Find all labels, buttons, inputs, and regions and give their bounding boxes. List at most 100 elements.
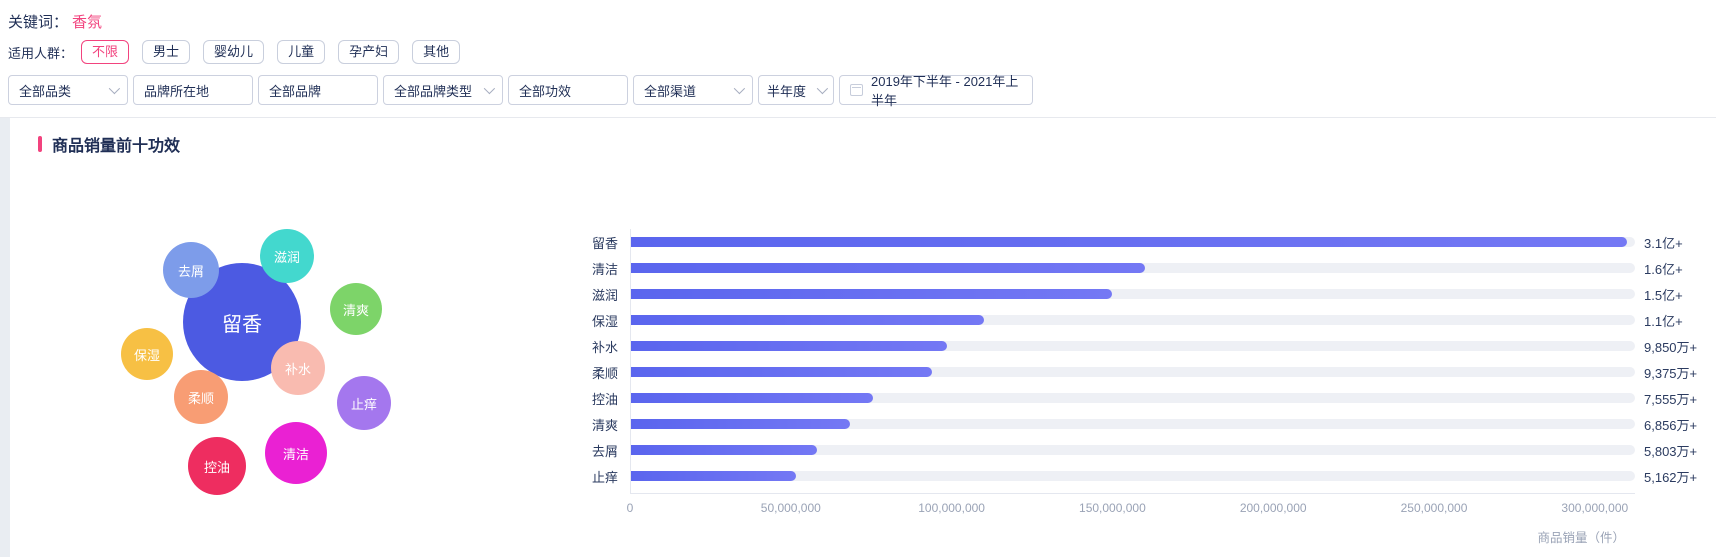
hbar-rows: 留香 3.1亿+ 清洁 1.6亿+ 滋润 1.5亿+ 保湿 1.1亿+ 补水9,850万+柔顺9… <box>540 229 1716 489</box>
bar-2[interactable] <box>630 289 1112 299</box>
x-tick-label: 0 <box>627 501 634 515</box>
filter-select-label: 全部品牌 <box>269 81 321 100</box>
bar-value-label: 1.1亿+ <box>1644 311 1683 330</box>
chevron-down-icon <box>484 83 495 94</box>
filter-select-5[interactable]: 全部渠道 <box>633 75 753 105</box>
x-tick-label: 50,000,000 <box>761 501 821 515</box>
hbar-row-0: 留香 3.1亿+ <box>540 229 1716 255</box>
hbar-row-7: 清爽6,856万+ <box>540 411 1716 437</box>
bar-category-label: 止痒 <box>540 467 618 486</box>
bar-value-label: 3.1亿+ <box>1644 233 1683 252</box>
x-axis-line <box>630 493 1635 494</box>
bar-1[interactable] <box>630 263 1145 273</box>
bar-0[interactable] <box>630 237 1627 247</box>
date-range-picker[interactable]: 2019年下半年 - 2021年上半年 <box>839 75 1033 105</box>
filter-select-label: 半年度 <box>767 81 806 100</box>
x-tick-label: 250,000,000 <box>1401 501 1468 515</box>
filter-select-label: 品牌所在地 <box>144 81 209 100</box>
bar-3[interactable] <box>630 315 984 325</box>
hbar-row-4: 补水9,850万+ <box>540 333 1716 359</box>
filter-select-6[interactable]: 半年度 <box>758 75 834 105</box>
crowd-pill-3[interactable]: 儿童 <box>277 40 325 64</box>
bar-track <box>630 341 1635 351</box>
bar-track-bg <box>630 419 1635 429</box>
bar-track-bg <box>630 263 1635 273</box>
bar-4[interactable] <box>630 341 947 351</box>
bar-track-bg <box>630 289 1635 299</box>
bar-track <box>630 263 1635 273</box>
bar-9[interactable] <box>630 471 796 481</box>
bar-track-bg <box>630 341 1635 351</box>
chevron-down-icon <box>817 83 828 94</box>
bubble-6[interactable]: 柔顺 <box>174 370 228 424</box>
bar-5[interactable] <box>630 367 932 377</box>
hbar-row-3: 保湿 1.1亿+ <box>540 307 1716 333</box>
x-tick-label: 100,000,000 <box>918 501 985 515</box>
bar-category-label: 滋润 <box>540 285 618 304</box>
bar-track-bg <box>630 367 1635 377</box>
bar-value-label: 5,162万+ <box>1644 467 1697 486</box>
crowd-filter-row: 适用人群： 不限男士婴幼儿儿童孕产妇其他 <box>8 40 1716 64</box>
bar-track <box>630 419 1635 429</box>
bubble-8[interactable]: 清洁 <box>265 422 327 484</box>
bar-track-bg <box>630 393 1635 403</box>
bubble-4[interactable]: 保湿 <box>121 328 173 380</box>
crowd-pill-5[interactable]: 其他 <box>412 40 460 64</box>
filter-select-1[interactable]: 品牌所在地 <box>133 75 253 105</box>
filter-select-0[interactable]: 全部品类 <box>8 75 128 105</box>
crowd-pill-0[interactable]: 不限 <box>81 40 129 64</box>
bar-value-label: 6,856万+ <box>1644 415 1697 434</box>
x-tick-label: 300,000,000 <box>1561 501 1628 515</box>
hbar-row-5: 柔顺9,375万+ <box>540 359 1716 385</box>
bubble-5[interactable]: 补水 <box>271 341 325 395</box>
bar-track <box>630 289 1635 299</box>
filter-select-label: 全部功效 <box>519 81 571 100</box>
crowd-pill-1[interactable]: 男士 <box>142 40 190 64</box>
bar-6[interactable] <box>630 393 873 403</box>
hbar-row-6: 控油7,555万+ <box>540 385 1716 411</box>
bar-value-label: 7,555万+ <box>1644 389 1697 408</box>
filter-select-label: 全部品牌类型 <box>394 81 472 100</box>
chevron-down-icon <box>734 83 745 94</box>
crowd-pill-4[interactable]: 孕产妇 <box>338 40 399 64</box>
bar-category-label: 保湿 <box>540 311 618 330</box>
bar-value-label: 1.6亿+ <box>1644 259 1683 278</box>
filter-section: 关键词： 香氛 适用人群： 不限男士婴幼儿儿童孕产妇其他 全部品类 品牌所在地 全部… <box>0 0 1716 118</box>
filter-select-4[interactable]: 全部功效 <box>508 75 628 105</box>
bar-track-bg <box>630 445 1635 455</box>
hbar-row-2: 滋润 1.5亿+ <box>540 281 1716 307</box>
filter-select-label: 全部品类 <box>19 81 71 100</box>
bubble-3[interactable]: 清爽 <box>330 283 382 335</box>
bar-track <box>630 237 1635 247</box>
hbar-row-9: 止痒 5,162万+ <box>540 463 1716 489</box>
chevron-down-icon <box>109 83 120 94</box>
bar-track-bg <box>630 315 1635 325</box>
bar-track <box>630 471 1635 481</box>
x-tick-label: 150,000,000 <box>1079 501 1146 515</box>
crowd-label: 适用人群： <box>8 43 73 62</box>
x-tick-label: 200,000,000 <box>1240 501 1307 515</box>
bar-value-label: 5,803万+ <box>1644 441 1697 460</box>
bubble-7[interactable]: 止痒 <box>337 376 391 430</box>
bar-8[interactable] <box>630 445 817 455</box>
bar-category-label: 留香 <box>540 233 618 252</box>
bar-value-label: 9,375万+ <box>1644 363 1697 382</box>
keyword-row: 关键词： 香氛 <box>8 8 1716 34</box>
filter-select-label: 全部渠道 <box>644 81 696 100</box>
bar-track <box>630 315 1635 325</box>
bar-value-label: 1.5亿+ <box>1644 285 1683 304</box>
bar-value-label: 9,850万+ <box>1644 337 1697 356</box>
bubble-2[interactable]: 滋润 <box>260 229 314 283</box>
bar-track-bg <box>630 471 1635 481</box>
filter-select-2[interactable]: 全部品牌 <box>258 75 378 105</box>
filter-select-3[interactable]: 全部品牌类型 <box>383 75 503 105</box>
bar-7[interactable] <box>630 419 850 429</box>
date-range-value: 2019年下半年 - 2021年上半年 <box>871 71 1022 109</box>
bar-track <box>630 367 1635 377</box>
bar-category-label: 清洁 <box>540 259 618 278</box>
bar-track <box>630 393 1635 403</box>
keyword-value[interactable]: 香氛 <box>72 11 102 32</box>
bubble-9[interactable]: 控油 <box>188 437 246 495</box>
crowd-pill-2[interactable]: 婴幼儿 <box>203 40 264 64</box>
bubble-1[interactable]: 去屑 <box>163 242 219 298</box>
